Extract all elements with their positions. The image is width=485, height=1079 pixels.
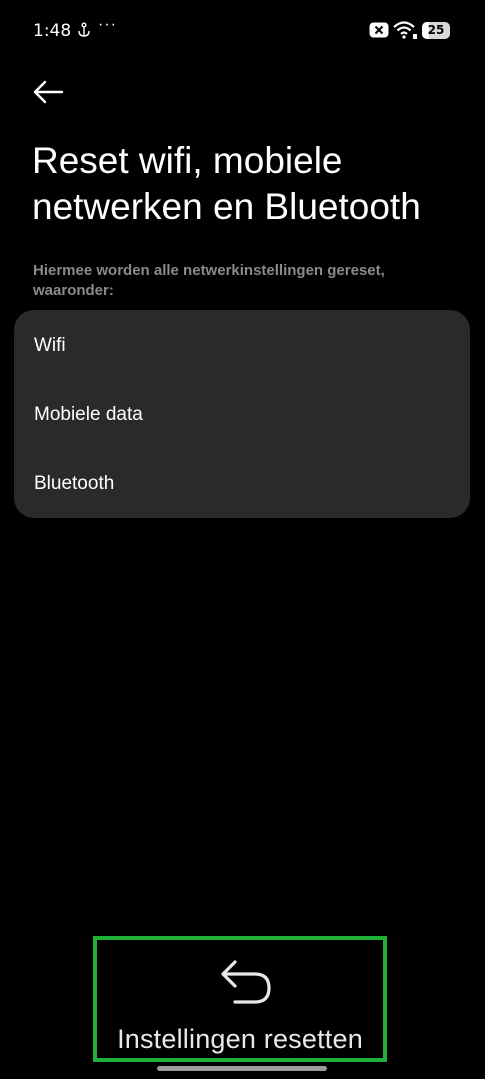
wifi-icon <box>393 21 417 39</box>
description-text: Hiermee worden alle netwerkinstellingen … <box>33 262 385 299</box>
list-item-mobile-data: Mobiele data <box>34 404 143 425</box>
arrow-left-icon <box>33 80 64 104</box>
close-box-icon <box>369 22 389 38</box>
battery-level: 25 <box>427 23 445 37</box>
more-dots-icon: ··· <box>98 16 117 33</box>
list-item-wifi: Wifi <box>34 335 66 356</box>
undo-icon <box>221 960 271 1004</box>
page-title: Reset wifi, mobiele netwerken en Bluetoo… <box>32 140 421 227</box>
back-button[interactable] <box>28 74 68 110</box>
reset-settings-label: Instellingen resetten <box>117 1024 363 1054</box>
list-item-bluetooth: Bluetooth <box>34 473 115 494</box>
reset-settings-button[interactable]: Instellingen resetten <box>93 936 387 1062</box>
anchor-icon <box>78 22 90 37</box>
home-indicator[interactable] <box>157 1066 327 1071</box>
status-bar: 1:48 ··· 25 <box>0 0 485 62</box>
network-settings-list: Wifi Mobiele data Bluetooth <box>14 310 470 518</box>
status-time: 1:48 <box>33 21 72 41</box>
battery-icon: 25 <box>422 22 450 39</box>
